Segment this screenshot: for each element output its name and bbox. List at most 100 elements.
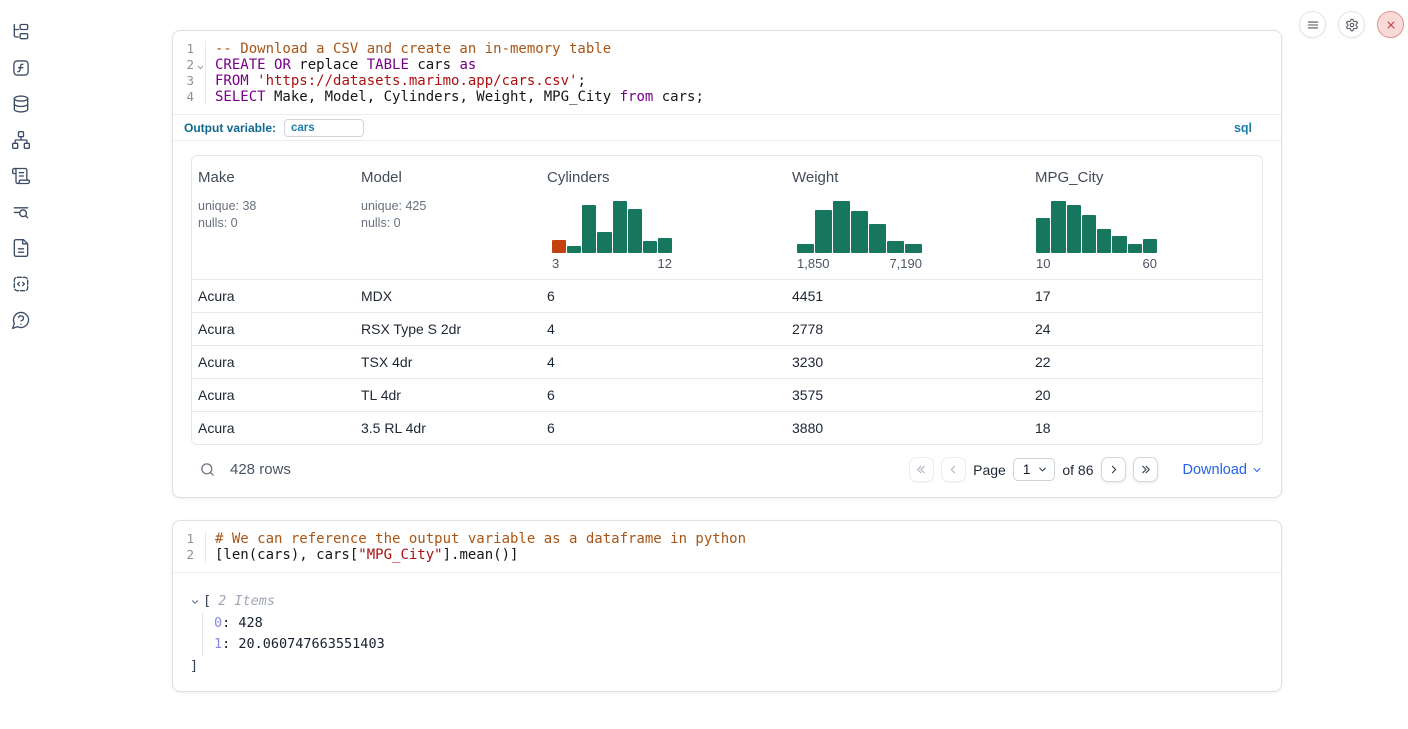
histogram-bar[interactable] xyxy=(1097,229,1111,253)
code-line[interactable]: 1-- Download a CSV and create an in-memo… xyxy=(173,41,1281,57)
data-sources-icon[interactable] xyxy=(11,94,31,114)
histogram-bar[interactable] xyxy=(1051,201,1065,253)
sql-code-editor[interactable]: 1-- Download a CSV and create an in-memo… xyxy=(173,31,1281,115)
python-cell: 1# We can reference the output variable … xyxy=(172,520,1282,692)
table-footer: 428 rows Page 1 of 86 xyxy=(191,445,1263,485)
table-cell: 4 xyxy=(541,354,786,370)
sql-cell-output: Make unique: 38nulls: 0Modelunique: 425nu… xyxy=(173,141,1281,497)
histogram-bar[interactable] xyxy=(658,238,672,253)
histogram-bar[interactable] xyxy=(1082,215,1096,253)
histogram-bar[interactable] xyxy=(613,201,627,253)
documentation-icon[interactable] xyxy=(11,238,31,258)
code-line[interactable]: 4SELECT Make, Model, Cylinders, Weight, … xyxy=(173,89,1281,105)
column-header-weight[interactable]: Weight 1,8507,190 xyxy=(786,156,1029,279)
first-page-button[interactable] xyxy=(909,457,934,482)
column-histogram[interactable]: 312 xyxy=(552,201,672,273)
table-cell: 6 xyxy=(541,288,786,304)
histogram-bar[interactable] xyxy=(643,241,657,253)
functions-icon[interactable] xyxy=(11,58,31,78)
code-line[interactable]: 2[len(cars), cars["MPG_City"].mean()] xyxy=(173,547,1281,563)
column-name[interactable]: MPG_City xyxy=(1035,169,1256,186)
histogram-bar[interactable] xyxy=(597,232,611,253)
histogram-bars xyxy=(1036,201,1157,253)
histogram-bar[interactable] xyxy=(905,244,922,253)
histogram-bar[interactable] xyxy=(628,209,642,253)
table-cell: Acura xyxy=(192,288,355,304)
python-code-editor[interactable]: 1# We can reference the output variable … xyxy=(173,521,1281,573)
download-label: Download xyxy=(1183,462,1248,478)
column-name[interactable]: Cylinders xyxy=(547,169,780,186)
histogram-bar[interactable] xyxy=(1036,218,1050,253)
histogram-bar[interactable] xyxy=(582,205,596,253)
code-line[interactable]: 1# We can reference the output variable … xyxy=(173,531,1281,547)
settings-button[interactable] xyxy=(1338,11,1365,38)
search-icon[interactable] xyxy=(199,461,216,478)
column-header-mpg_city[interactable]: MPG_City 1060 xyxy=(1029,156,1262,279)
histogram-bar[interactable] xyxy=(1143,239,1157,253)
column-name[interactable]: Make xyxy=(198,169,349,186)
table-cell: 4 xyxy=(541,321,786,337)
shutdown-button[interactable] xyxy=(1377,11,1404,38)
table-row[interactable]: Acura3.5 RL 4dr6388018 xyxy=(192,411,1262,444)
histogram-bar[interactable] xyxy=(552,240,566,253)
row-count-label: 428 rows xyxy=(230,461,291,478)
table-cell: MDX xyxy=(355,288,541,304)
snippets-icon[interactable] xyxy=(11,274,31,294)
histogram-bar[interactable] xyxy=(567,246,581,253)
table-cell: Acura xyxy=(192,354,355,370)
page-select[interactable]: 1 xyxy=(1013,458,1056,481)
logs-search-icon[interactable] xyxy=(11,202,31,222)
previous-page-button[interactable] xyxy=(941,457,966,482)
histogram-bar[interactable] xyxy=(833,201,850,253)
tree-root-line: [ 2 Items xyxy=(190,591,1263,613)
histogram-bar[interactable] xyxy=(869,224,886,253)
histogram-axis-labels: 1,8507,190 xyxy=(797,256,922,273)
column-header-make[interactable]: Make unique: 38nulls: 0 xyxy=(192,156,355,279)
pagination-controls: Page 1 of 86 Download xyxy=(909,457,1263,482)
next-page-button[interactable] xyxy=(1101,457,1126,482)
column-stats: unique: 38nulls: 0 xyxy=(198,198,349,232)
output-variable-input[interactable] xyxy=(284,119,364,137)
sql-cell: 1-- Download a CSV and create an in-memo… xyxy=(172,30,1282,498)
scratchpad-icon[interactable] xyxy=(11,166,31,186)
dependency-graph-icon[interactable] xyxy=(11,130,31,150)
table-row[interactable]: AcuraTL 4dr6357520 xyxy=(192,378,1262,411)
histogram-bar[interactable] xyxy=(1067,205,1081,253)
language-badge: sql xyxy=(1234,121,1252,135)
table-cell: 3575 xyxy=(786,387,1029,403)
help-icon[interactable] xyxy=(11,310,31,330)
histogram-bar[interactable] xyxy=(815,210,832,253)
column-header-cylinders[interactable]: Cylinders 312 xyxy=(541,156,786,279)
column-header-model[interactable]: Modelunique: 425nulls: 0 xyxy=(355,156,541,279)
table-cell: 18 xyxy=(1029,420,1262,436)
table-cell: 4451 xyxy=(786,288,1029,304)
tree-entries: 0: 4281: 20.060747663551403 xyxy=(202,613,1263,656)
hamburger-menu-icon xyxy=(1306,18,1320,32)
menu-button[interactable] xyxy=(1299,11,1326,38)
column-name[interactable]: Weight xyxy=(792,169,1023,186)
histogram-bar[interactable] xyxy=(797,244,814,253)
last-page-button[interactable] xyxy=(1133,457,1158,482)
table-row[interactable]: AcuraTSX 4dr4323022 xyxy=(192,345,1262,378)
code-text: FROM 'https://datasets.marimo.app/cars.c… xyxy=(206,73,586,89)
column-name[interactable]: Model xyxy=(361,169,535,186)
histogram-bar[interactable] xyxy=(1128,244,1142,253)
code-line[interactable]: 3FROM 'https://datasets.marimo.app/cars.… xyxy=(173,73,1281,89)
code-text: CREATE OR replace TABLE cars as xyxy=(206,57,476,73)
column-histogram[interactable]: 1,8507,190 xyxy=(797,201,922,273)
table-row[interactable]: AcuraMDX6445117 xyxy=(192,279,1262,312)
table-cell: Acura xyxy=(192,420,355,436)
download-button[interactable]: Download xyxy=(1183,462,1264,478)
code-line[interactable]: 2CREATE OR replace TABLE cars as xyxy=(173,57,1281,73)
histogram-bar[interactable] xyxy=(887,241,904,253)
column-histogram[interactable]: 1060 xyxy=(1036,201,1157,273)
gear-icon xyxy=(1345,18,1359,32)
histogram-bar[interactable] xyxy=(851,211,868,253)
data-table: Make unique: 38nulls: 0Modelunique: 425nu… xyxy=(191,155,1263,445)
file-explorer-icon[interactable] xyxy=(11,22,31,42)
tree-collapse-chevron-icon[interactable] xyxy=(190,597,200,607)
table-cell: Acura xyxy=(192,321,355,337)
histogram-axis-labels: 1060 xyxy=(1036,256,1157,273)
table-row[interactable]: AcuraRSX Type S 2dr4277824 xyxy=(192,312,1262,345)
histogram-bar[interactable] xyxy=(1112,236,1126,253)
